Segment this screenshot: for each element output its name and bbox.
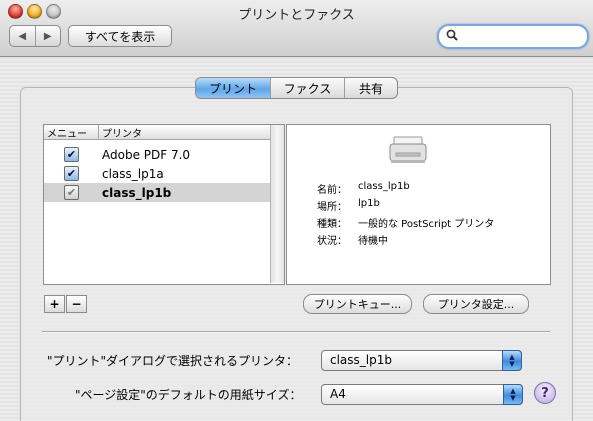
column-header-menu[interactable]: メニュー [44, 125, 98, 140]
column-header-printer[interactable]: プリンタ [98, 125, 270, 140]
tab-print[interactable]: プリント [196, 78, 270, 98]
title-bar: プリントとファクス ◀ ▶ すべてを表示 [0, 0, 593, 57]
printer-name: class_lp1a [102, 166, 164, 181]
print-queue-button[interactable]: プリントキュー... [303, 294, 412, 314]
kind-label: 種類： [317, 219, 347, 230]
menu-checkbox[interactable]: ✔ [64, 185, 79, 200]
location-value: lp1b [358, 198, 380, 209]
printer-row-selected[interactable]: ✔ class_lp1b [44, 183, 270, 202]
show-all-button[interactable]: すべてを表示 [68, 25, 172, 47]
printer-row[interactable]: ✔ Adobe PDF 7.0 [44, 145, 270, 164]
window-title: プリントとファクス [238, 8, 355, 23]
kind-value: 一般的な PostScript プリンタ [358, 219, 495, 230]
page-setup-paper-label: "ページ設定"のデフォルトの用紙サイズ： [75, 388, 302, 402]
menu-checkbox[interactable]: ✔ [64, 166, 79, 181]
forward-arrow-icon[interactable]: ▶ [34, 26, 61, 46]
tab-bar: プリント ファクス 共有 [195, 77, 398, 99]
search-field[interactable] [437, 24, 589, 49]
help-icon[interactable]: ? [534, 382, 556, 404]
printer-icon [389, 136, 427, 163]
popup-arrows-icon: ▲ ▼ [502, 350, 522, 371]
back-arrow-icon[interactable]: ◀ [10, 26, 35, 46]
divider [42, 331, 550, 333]
printer-list[interactable]: メニュー プリンタ ✔ Adobe PDF 7.0 ✔ class_lp1a ✔… [43, 124, 285, 285]
printer-name: Adobe PDF 7.0 [102, 147, 191, 162]
print-dialog-printer-value: class_lp1b [330, 353, 392, 367]
location-label: 場所： [317, 202, 347, 213]
print-dialog-printer-popup[interactable]: class_lp1b ▲ ▼ [321, 350, 522, 371]
print-dialog-printer-label: "プリント"ダイアログで選択されるプリンタ： [47, 354, 299, 368]
name-label: 名前： [317, 185, 347, 196]
printer-info-panel: 名前： class_lp1b 場所： lp1b 種類： 一般的な PostScr… [286, 124, 551, 285]
popup-arrows-icon: ▲ ▼ [503, 384, 523, 405]
status-label: 状況： [317, 236, 347, 247]
add-printer-button[interactable]: + [44, 295, 65, 313]
printer-setup-button[interactable]: プリンタ設定... [423, 294, 529, 314]
page-setup-paper-popup[interactable]: A4 ▲ ▼ [321, 384, 523, 405]
name-value: class_lp1b [358, 181, 410, 192]
printer-name: class_lp1b [102, 185, 172, 200]
menu-checkbox[interactable]: ✔ [64, 147, 79, 162]
back-forward-control: ◀ ▶ [9, 25, 61, 47]
remove-printer-button[interactable]: − [66, 295, 87, 313]
printer-row[interactable]: ✔ class_lp1a [44, 164, 270, 183]
tab-fax[interactable]: ファクス [270, 78, 344, 98]
search-icon [446, 29, 458, 41]
printer-list-header: メニュー プリンタ [44, 125, 270, 140]
printer-list-scrollbar[interactable] [270, 125, 284, 283]
status-value: 待機中 [358, 236, 388, 247]
preferences-window: プリントとファクス ◀ ▶ すべてを表示 プリント ファクス 共有 メニュー プ… [0, 0, 593, 421]
page-setup-paper-value: A4 [330, 387, 346, 401]
tab-sharing[interactable]: 共有 [344, 78, 397, 98]
